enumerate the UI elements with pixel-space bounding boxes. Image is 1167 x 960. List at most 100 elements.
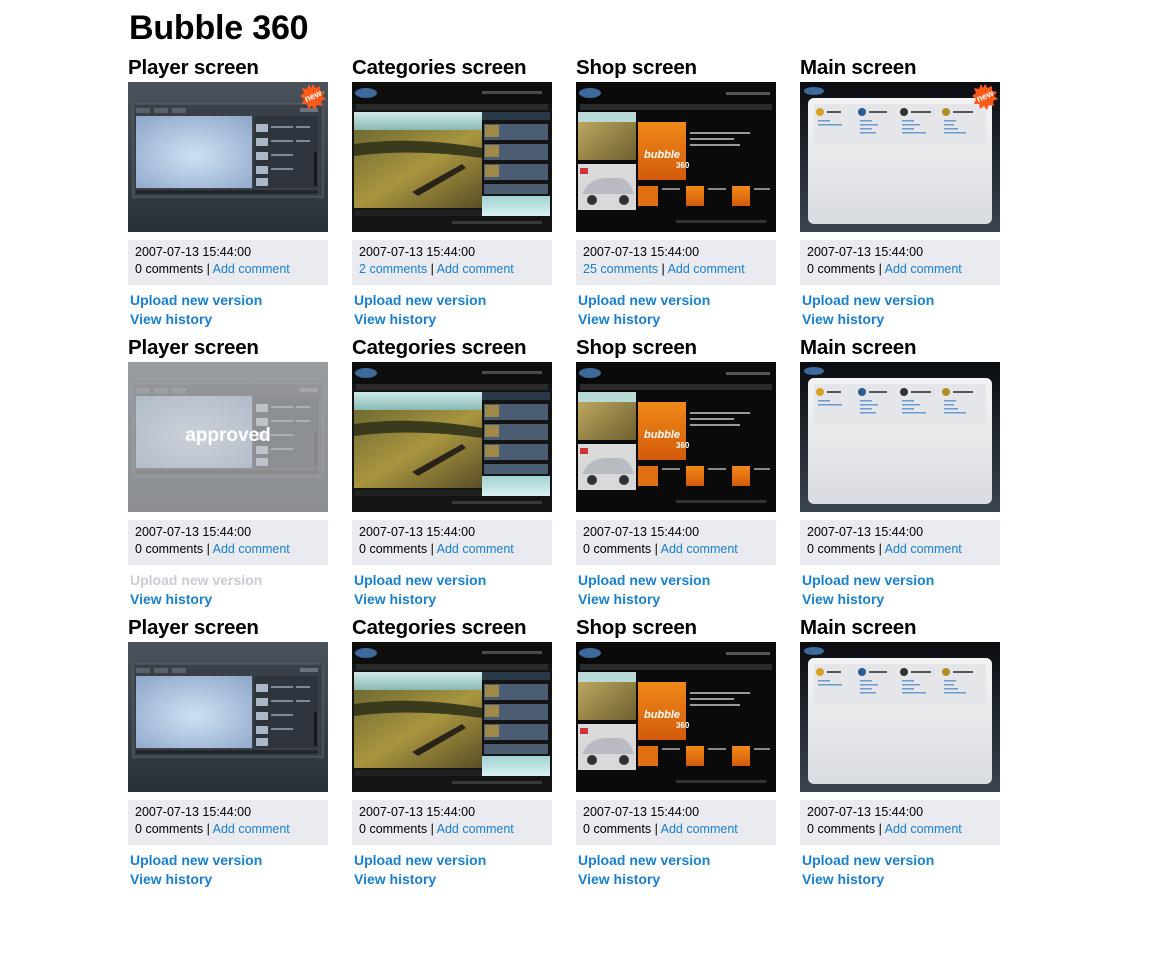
screen-thumbnail[interactable]: bubble 360 [576,362,776,512]
screen-thumbnail[interactable] [128,642,328,792]
screen-card: Shop screen bubble 360 2007-07-13 15:44:… [576,55,778,329]
screen-row: Player screen new 2007-07-13 15:44:00 0 co… [128,55,1008,335]
comments-number: 0 [135,822,142,836]
new-badge-icon: new [300,84,326,110]
view-history-link[interactable]: View history [354,310,554,329]
comments-link[interactable]: 2 comments [359,262,427,276]
screen-grid: Player screen new 2007-07-13 15:44:00 0 co… [128,55,1008,895]
view-history-link[interactable]: View history [354,870,554,889]
timestamp: 2007-07-13 15:44:00 [583,805,700,819]
screen-thumbnail[interactable]: new [128,82,328,232]
screen-row: Player screen 2007-07-13 15:44:00 0 comme… [128,615,1008,895]
screen-card: Main screen 2007-07-13 15:44:00 0 comment… [800,335,1002,609]
screen-thumbnail[interactable]: approved [128,362,328,512]
screen-thumbnail[interactable] [352,362,552,512]
screen-meta: 2007-07-13 15:44:00 0 comments | Add comm… [800,520,1000,565]
screen-card: Categories screen 2007-07-13 15:44:00 2 c… [352,55,554,329]
separator: | [206,262,210,276]
comments-number: 0 [583,822,590,836]
add-comment-link[interactable]: Add comment [213,542,290,556]
screen-actions: Upload new version View history [800,851,1002,889]
screen-title: Player screen [128,56,259,79]
add-comment-link[interactable]: Add comment [661,542,738,556]
screen-title: Main screen [800,56,917,79]
add-comment-link[interactable]: Add comment [668,262,745,276]
add-comment-link[interactable]: Add comment [661,822,738,836]
timestamp: 2007-07-13 15:44:00 [359,245,476,259]
screen-thumbnail[interactable] [800,362,1000,512]
comments-number: 0 [807,262,814,276]
upload-new-version-link[interactable]: Upload new version [802,851,1002,870]
comments-line: 0 comments | Add comment [135,261,321,278]
screen-title: Shop screen [576,616,697,639]
screen-meta: 2007-07-13 15:44:00 0 comments | Add comm… [352,800,552,845]
comments-word: comments [817,262,876,276]
upload-new-version-link[interactable]: Upload new version [802,291,1002,310]
screen-thumbnail[interactable] [352,642,552,792]
comments-line: 25 comments | Add comment [583,261,769,278]
screen-thumbnail[interactable]: bubble 360 [576,642,776,792]
comments-word: comments [145,262,204,276]
add-comment-link[interactable]: Add comment [437,262,514,276]
view-history-link[interactable]: View history [130,870,330,889]
view-history-link[interactable]: View history [354,590,554,609]
screen-card: Player screen new 2007-07-13 15:44:00 0 co… [128,55,330,329]
comments-word: comments [369,822,428,836]
screen-thumbnail[interactable] [800,642,1000,792]
view-history-link[interactable]: View history [578,590,778,609]
page-title: Bubble 360 [129,9,309,47]
comments-word: comments [593,822,652,836]
screen-thumbnail[interactable]: new [800,82,1000,232]
screen-title: Categories screen [352,616,527,639]
comments-count: 0 comments [807,542,875,556]
screen-thumbnail[interactable] [352,82,552,232]
screen-meta: 2007-07-13 15:44:00 0 comments | Add comm… [128,240,328,285]
upload-new-version-link[interactable]: Upload new version [354,291,554,310]
view-history-link[interactable]: View history [578,870,778,889]
comments-line: 0 comments | Add comment [583,541,769,558]
comments-word: comments [145,542,204,556]
screen-title: Player screen [128,336,259,359]
separator: | [878,822,882,836]
timestamp: 2007-07-13 15:44:00 [359,805,476,819]
separator: | [430,822,434,836]
svg-text:bubble: bubble [644,429,680,441]
screen-actions: Upload new version View history [576,291,778,329]
upload-new-version-link[interactable]: Upload new version [578,571,778,590]
screen-meta: 2007-07-13 15:44:00 0 comments | Add comm… [800,800,1000,845]
add-comment-link[interactable]: Add comment [213,822,290,836]
view-history-link[interactable]: View history [130,590,330,609]
screen-card: Main screen new 2007-07-13 15:44:00 0 comm… [800,55,1002,329]
screen-card: Shop screen bubble 360 2007-07-13 15:44:… [576,615,778,889]
screen-card: Categories screen 2007-07-13 15:44:00 0 c… [352,615,554,889]
upload-new-version-link[interactable]: Upload new version [130,291,330,310]
add-comment-link[interactable]: Add comment [213,262,290,276]
screen-actions: Upload new version View history [352,291,554,329]
screen-thumbnail[interactable]: bubble 360 [576,82,776,232]
comments-count: 0 comments [135,542,203,556]
upload-new-version-link[interactable]: Upload new version [578,291,778,310]
comments-word: comments [600,262,659,276]
upload-new-version-link[interactable]: Upload new version [354,571,554,590]
screen-actions: Upload new version View history [800,571,1002,609]
view-history-link[interactable]: View history [578,310,778,329]
comments-link[interactable]: 25 comments [583,262,658,276]
upload-new-version-link[interactable]: Upload new version [578,851,778,870]
view-history-link[interactable]: View history [802,590,1002,609]
comments-line: 0 comments | Add comment [359,821,545,838]
comments-number: 0 [359,822,366,836]
view-history-link[interactable]: View history [130,310,330,329]
add-comment-link[interactable]: Add comment [437,822,514,836]
add-comment-link[interactable]: Add comment [437,542,514,556]
screen-card: Shop screen bubble 360 2007-07-13 15:44:… [576,335,778,609]
add-comment-link[interactable]: Add comment [885,262,962,276]
add-comment-link[interactable]: Add comment [885,542,962,556]
comments-number: 0 [135,262,142,276]
view-history-link[interactable]: View history [802,870,1002,889]
comments-line: 2 comments | Add comment [359,261,545,278]
view-history-link[interactable]: View history [802,310,1002,329]
upload-new-version-link[interactable]: Upload new version [802,571,1002,590]
add-comment-link[interactable]: Add comment [885,822,962,836]
upload-new-version-link[interactable]: Upload new version [130,851,330,870]
upload-new-version-link[interactable]: Upload new version [354,851,554,870]
